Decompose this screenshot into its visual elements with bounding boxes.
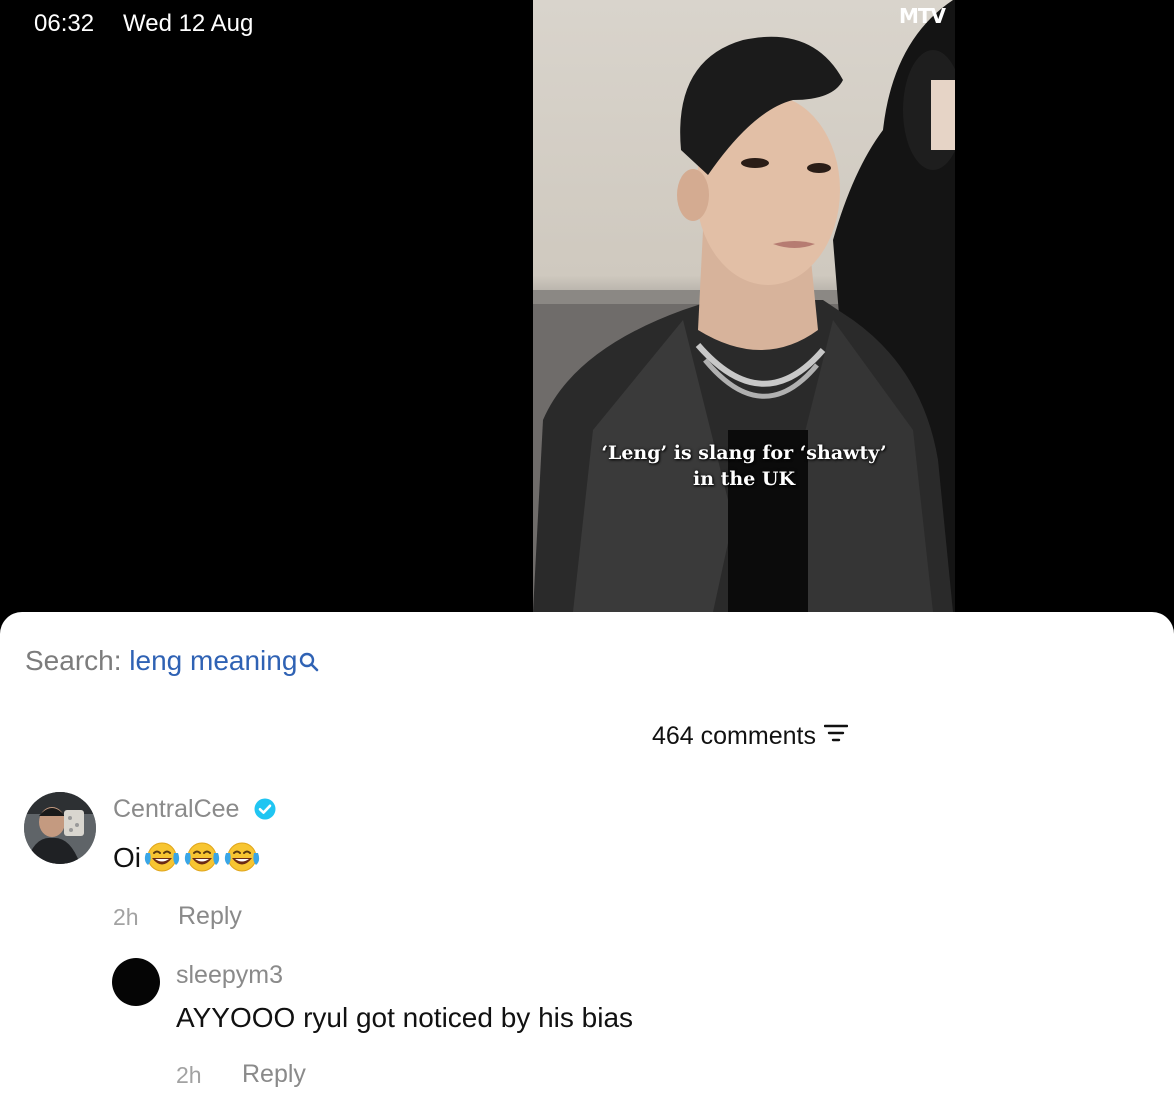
reply-button[interactable]: Reply <box>242 1060 306 1089</box>
mtv-logo: MTV <box>899 4 946 28</box>
screen: 06:32 Wed 12 Aug MTV ‘Leng’ is slang for… <box>0 0 1174 1101</box>
reply-button[interactable]: Reply <box>178 902 242 931</box>
status-date: Wed 12 Aug <box>123 10 254 37</box>
comments-sheet: Search: leng meaning 464 comments Centra… <box>0 612 1174 1101</box>
laughing-tears-emoji <box>143 841 181 880</box>
emoji-group <box>141 842 261 873</box>
comments-count-header: 464 comments <box>652 721 849 751</box>
comment-username[interactable]: CentralCee <box>113 795 239 824</box>
laughing-tears-emoji <box>223 841 261 880</box>
search-prefix-label: Search: <box>25 645 130 676</box>
comment-time: 2h <box>113 904 139 930</box>
video-caption-line: in the UK <box>692 468 796 490</box>
comment-text-body: Oi <box>113 842 141 873</box>
reply-username[interactable]: sleepym3 <box>176 961 283 990</box>
reply-text: AYYOOO ryul got noticed by his bias <box>176 1002 634 1033</box>
search-suggestion[interactable]: Search: leng meaning <box>25 645 319 679</box>
comments-count: 464 comments <box>652 722 816 750</box>
video-caption: ‘Leng’ is slang for ‘shawty’ in the UK <box>533 440 955 492</box>
video-caption-line: ‘Leng’ is slang for ‘shawty’ <box>601 442 887 464</box>
laughing-tears-emoji <box>183 841 221 880</box>
reply-avatar[interactable] <box>112 958 160 1006</box>
avatar[interactable] <box>24 792 96 864</box>
search-icon[interactable] <box>299 647 319 679</box>
video-frame-illustration <box>533 0 955 612</box>
search-query-link[interactable]: leng meaning <box>129 645 297 676</box>
sort-icon[interactable] <box>823 721 849 750</box>
reply-time: 2h <box>176 1062 202 1088</box>
status-time: 06:32 <box>34 10 95 37</box>
comment-text: Oi <box>113 841 261 880</box>
verified-badge-icon <box>254 798 276 825</box>
video-player[interactable]: MTV ‘Leng’ is slang for ‘shawty’ in the … <box>533 0 955 612</box>
